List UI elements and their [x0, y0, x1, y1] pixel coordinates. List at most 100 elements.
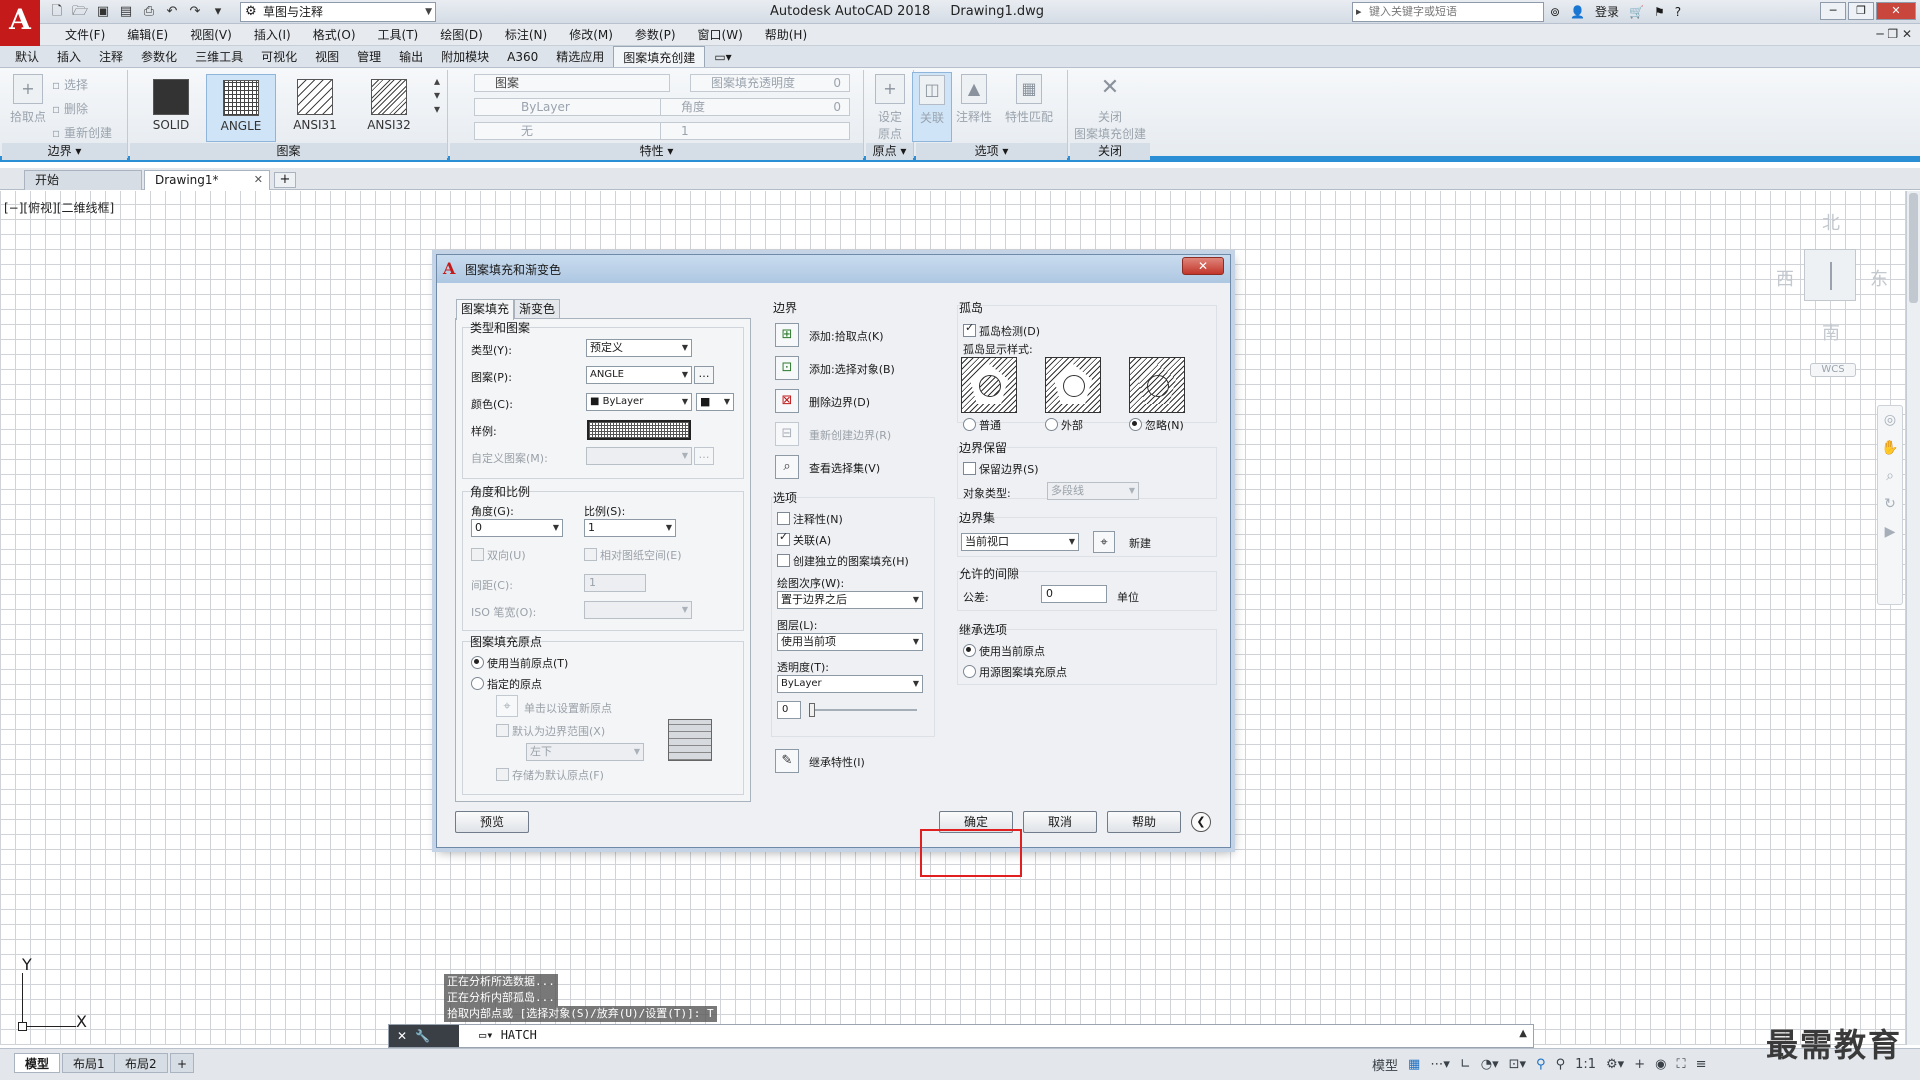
hatch-type-dropdown[interactable]: 图案 [474, 74, 670, 92]
ribbon-tab-featured-apps[interactable]: 精选应用 [547, 46, 613, 67]
wcs-menu[interactable]: WCS [1810, 363, 1856, 377]
type-dropdown[interactable]: 预定义 [586, 339, 692, 357]
add-layout-button[interactable]: + [170, 1053, 195, 1073]
ribbon-tab-hatch-creation[interactable]: 图案填充创建 [613, 46, 706, 67]
angle-dropdown[interactable]: 0 [471, 519, 563, 537]
help-button[interactable]: 帮助 [1107, 811, 1181, 833]
use-current-origin-radio[interactable]: 使用当前原点(T) [471, 655, 568, 671]
scroll-thumb[interactable] [1909, 193, 1918, 303]
print-icon[interactable]: ⎙ [140, 3, 158, 21]
menu-insert[interactable]: 插入(I) [243, 24, 302, 45]
recreate-boundary-button[interactable]: 重新创建边界(R) [809, 427, 891, 443]
menu-view[interactable]: 视图(V) [179, 24, 243, 45]
model-space-button[interactable]: 模型 [1372, 1055, 1398, 1074]
default-extents-checkbox[interactable]: 默认为边界范围(X) [496, 723, 605, 739]
polar-icon[interactable]: ◔▾ [1481, 1057, 1499, 1072]
ribbon-recreate-button[interactable]: ▫ 重新创建 [52, 124, 112, 141]
store-default-origin-checkbox[interactable]: 存储为默认原点(F) [496, 767, 604, 783]
plus-icon[interactable]: + [1634, 1057, 1645, 1072]
specified-origin-radio[interactable]: 指定的原点 [471, 676, 542, 692]
scale-dropdown[interactable]: 1 [584, 519, 676, 537]
ribbon-annotative-button[interactable]: ▲ 注释性 [952, 72, 996, 125]
retain-boundaries-checkbox[interactable]: 保留边界(S) [963, 461, 1039, 477]
save-icon[interactable]: ▣ [94, 3, 112, 21]
draw-order-dropdown[interactable]: 置于边界之后 [777, 591, 923, 609]
inherit-use-current-origin-radio[interactable]: 使用当前原点 [963, 643, 1045, 659]
ribbon-tab-addins[interactable]: 附加模块 [432, 46, 498, 67]
help-search-input[interactable]: 键入关键字或短语 [1352, 2, 1544, 22]
pattern-ansi31[interactable]: ANSI31 [280, 74, 350, 142]
island-ignore-radio[interactable]: 忽略(N) [1129, 417, 1184, 433]
relative-paper-space-checkbox[interactable]: 相对图纸空间(E) [584, 547, 682, 563]
ribbon-tab-annotate[interactable]: 注释 [90, 46, 132, 67]
menu-help[interactable]: 帮助(H) [754, 24, 818, 45]
island-normal-radio[interactable]: 普通 [963, 417, 1001, 433]
preview-button[interactable]: 预览 [455, 811, 529, 833]
ribbon-associative-toggle[interactable]: ◫ 关联 [912, 72, 952, 142]
menu-modify[interactable]: 修改(M) [558, 24, 624, 45]
menu-tools[interactable]: 工具(T) [367, 24, 430, 45]
store-icon[interactable]: 🛒 [1629, 5, 1644, 19]
layer-dropdown[interactable]: 使用当前项 [777, 633, 923, 651]
ribbon-select-button[interactable]: ▫ 选择 [52, 76, 88, 93]
snap-icon[interactable]: ⋯▾ [1430, 1057, 1450, 1072]
command-history-arrow-icon[interactable]: ▲ [1519, 1028, 1527, 1039]
minimize-button[interactable]: ─ [1820, 2, 1846, 20]
autoscale-icon[interactable]: ⚲ [1556, 1057, 1566, 1072]
viewcube[interactable]: 北 西 东 南 WCS [1776, 205, 1896, 385]
cancel-button[interactable]: 取消 [1023, 811, 1097, 833]
undo-icon[interactable]: ↶ [163, 3, 181, 21]
background-color-dropdown[interactable]: ■ [696, 393, 734, 411]
dialog-close-button[interactable]: ✕ [1182, 257, 1224, 275]
click-set-origin-icon[interactable]: ⌖ [496, 695, 518, 717]
custom-pattern-browse-button[interactable]: … [694, 447, 714, 465]
island-outer-radio[interactable]: 外部 [1045, 417, 1083, 433]
annotative-checkbox[interactable]: 注释性(N) [777, 511, 843, 527]
doc-window-controls[interactable]: ─ ❐ ✕ [1876, 27, 1912, 41]
restore-button[interactable]: ❐ [1848, 2, 1874, 20]
pattern-dropdown[interactable]: ANGLE [586, 366, 692, 384]
close-tab-icon[interactable]: ✕ [254, 171, 263, 189]
panel-title-origin[interactable]: 原点 ▾ [866, 143, 913, 160]
menu-file[interactable]: 文件(F) [54, 24, 116, 45]
customize-qat-icon[interactable]: ▾ [209, 3, 227, 21]
menu-draw[interactable]: 绘图(D) [429, 24, 494, 45]
hatch-scale-field[interactable]: 1 [660, 122, 850, 140]
open-file-icon[interactable]: 🗁 [71, 3, 89, 21]
new-boundary-set-icon[interactable]: ⌖ [1093, 531, 1115, 553]
island-normal-preview[interactable] [961, 357, 1017, 413]
inherit-use-source-origin-radio[interactable]: 用源图案填充原点 [963, 664, 1067, 680]
spacing-input[interactable]: 1 [584, 574, 646, 592]
ribbon-match-properties-button[interactable]: ▦ 特性匹配 [998, 72, 1060, 125]
viewcube-south[interactable]: 南 [1822, 319, 1840, 345]
command-line[interactable]: ✕ 🔧 ▭▾ HATCH ▲ [388, 1024, 1534, 1048]
extents-position-dropdown[interactable]: 左下 [526, 743, 644, 761]
collapse-options-icon[interactable]: ❮ [1191, 812, 1211, 832]
view-selections-icon[interactable]: ⌕ [775, 455, 799, 479]
close-command-line-icon[interactable]: ✕ [397, 1029, 407, 1043]
island-outer-preview[interactable] [1045, 357, 1101, 413]
vertical-scrollbar[interactable] [1906, 191, 1920, 1045]
panel-title-properties[interactable]: 特性 ▾ [450, 143, 863, 160]
ribbon-minimize-icon[interactable]: ▭▾ [705, 46, 740, 67]
transparency-slider-thumb[interactable] [809, 703, 815, 717]
viewcube-east[interactable]: 东 [1870, 265, 1888, 291]
viewcube-north[interactable]: 北 [1822, 209, 1840, 235]
recreate-boundary-icon[interactable]: ⊟ [775, 422, 799, 446]
save-as-icon[interactable]: ▤ [117, 3, 135, 21]
ribbon-tab-manage[interactable]: 管理 [348, 46, 390, 67]
annotation-scale[interactable]: 1:1 [1575, 1057, 1596, 1072]
ribbon-tab-parametric[interactable]: 参数化 [132, 46, 186, 67]
menu-window[interactable]: 窗口(W) [687, 24, 754, 45]
hatch-background-dropdown[interactable]: 无 [474, 122, 670, 140]
remove-boundaries-icon[interactable]: ⊠ [775, 389, 799, 413]
new-boundary-set-button[interactable]: 新建 [1129, 535, 1151, 551]
island-detection-checkbox[interactable]: 孤岛检测(D) [963, 321, 1040, 339]
osnap-icon[interactable]: ⊡▾ [1509, 1057, 1526, 1072]
hatch-angle-field[interactable]: 角度 0 [660, 98, 850, 116]
ribbon-tab-output[interactable]: 输出 [390, 46, 432, 67]
workspace-gear-icon[interactable]: ⚙▾ [1606, 1057, 1624, 1072]
double-checkbox[interactable]: 双向(U) [471, 547, 526, 563]
ribbon-tab-3d-tools[interactable]: 三维工具 [186, 46, 252, 67]
pan-icon[interactable]: ✋ [1878, 434, 1902, 462]
